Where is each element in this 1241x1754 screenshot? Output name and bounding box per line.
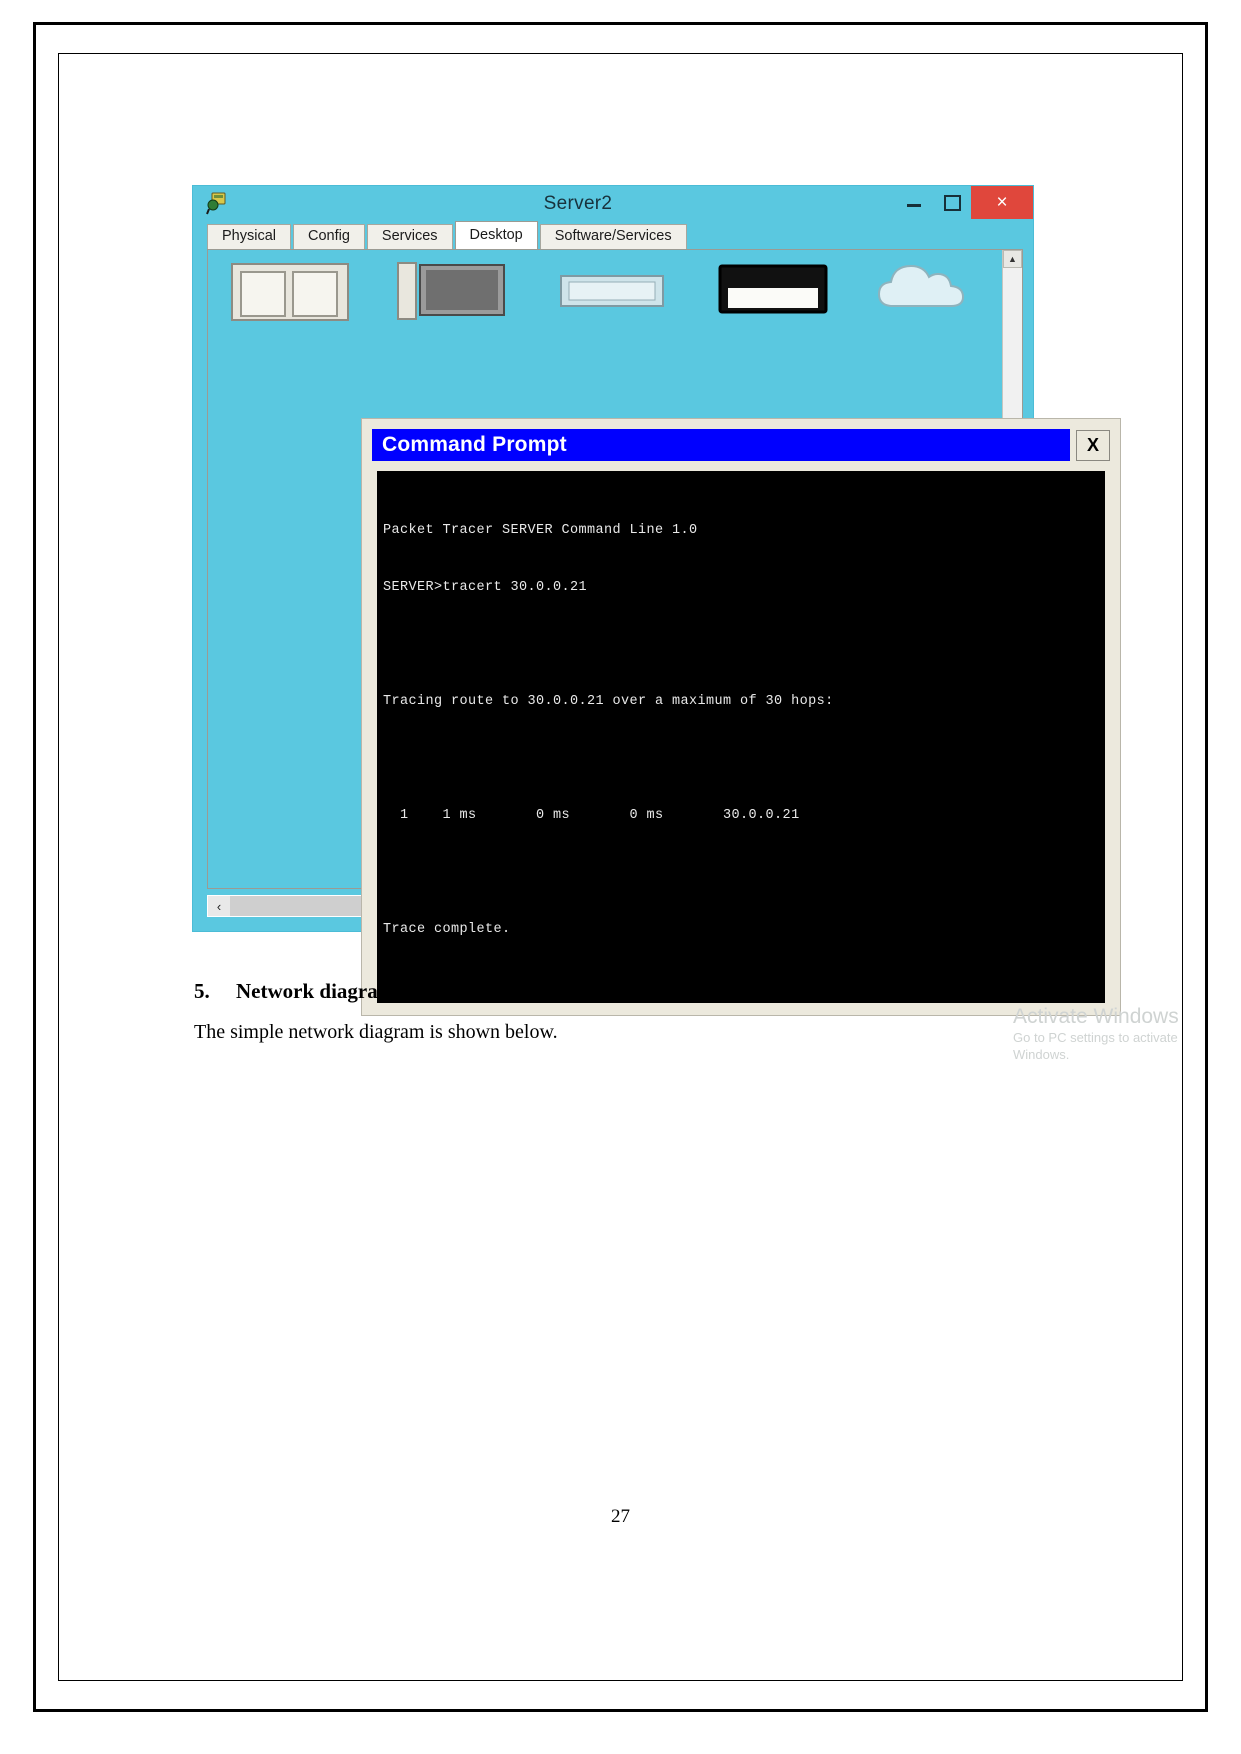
maximize-button[interactable] <box>933 186 971 219</box>
page-number: 27 <box>611 1506 630 1527</box>
command-prompt-window: Command Prompt X Packet Tracer SERVER Co… <box>361 418 1121 1016</box>
command-prompt-title: Command Prompt <box>372 429 1070 461</box>
device-window: Server2 × Physical Config Services Deskt… <box>193 186 1179 1062</box>
tab-config[interactable]: Config <box>293 224 365 249</box>
section-title: Network diagram <box>236 979 396 1003</box>
tab-software-services[interactable]: Software/Services <box>539 224 687 249</box>
tab-desktop[interactable]: Desktop <box>454 221 538 249</box>
device-window-titlebar[interactable]: Server2 × <box>193 186 1033 222</box>
command-prompt-close-button[interactable]: X <box>1076 429 1110 461</box>
watermark-line-2: Go to PC settings to activate Windows. <box>1013 1030 1178 1062</box>
document-page-border: Server2 × Physical Config Services Deskt… <box>33 22 1208 1712</box>
terminal-icon[interactable] <box>548 258 675 332</box>
packet-tracer-device-icon <box>206 192 228 216</box>
command-prompt-icon[interactable] <box>709 258 836 332</box>
close-button[interactable]: × <box>971 186 1033 219</box>
terminal-line: SERVER>tracert 30.0.0.21 <box>383 580 588 595</box>
scroll-left-button[interactable]: ‹ <box>208 896 230 916</box>
tab-services[interactable]: Services <box>366 224 453 249</box>
section-paragraph: The simple network diagram is shown belo… <box>194 1021 558 1043</box>
scroll-up-button[interactable]: ▲ <box>1003 250 1022 268</box>
section-heading: 5. Network diagram <box>194 979 395 1004</box>
terminal-line: 1 1 ms 0 ms 0 ms 30.0.0.21 <box>383 808 800 823</box>
desktop-icon-row <box>226 258 997 332</box>
terminal-line: Packet Tracer SERVER Command Line 1.0 <box>383 523 698 538</box>
device-tab-strip: Physical Config Services Desktop Softwar… <box>207 221 1025 249</box>
document-page-inner-border: Server2 × Physical Config Services Deskt… <box>58 53 1183 1681</box>
terminal-output[interactable]: Packet Tracer SERVER Command Line 1.0 SE… <box>377 471 1105 1003</box>
terminal-line: Trace complete. <box>383 922 511 937</box>
section-number: 5. <box>194 979 210 1003</box>
tab-physical[interactable]: Physical <box>207 224 291 249</box>
dial-up-icon[interactable] <box>387 258 514 332</box>
terminal-line: Tracing route to 30.0.0.21 over a maximu… <box>383 694 834 709</box>
minimize-button[interactable] <box>895 186 933 219</box>
command-prompt-titlebar[interactable]: Command Prompt X <box>372 429 1110 461</box>
ip-configuration-icon[interactable] <box>226 258 353 332</box>
web-browser-icon[interactable] <box>870 258 997 332</box>
device-window-controls: × <box>895 186 1033 219</box>
